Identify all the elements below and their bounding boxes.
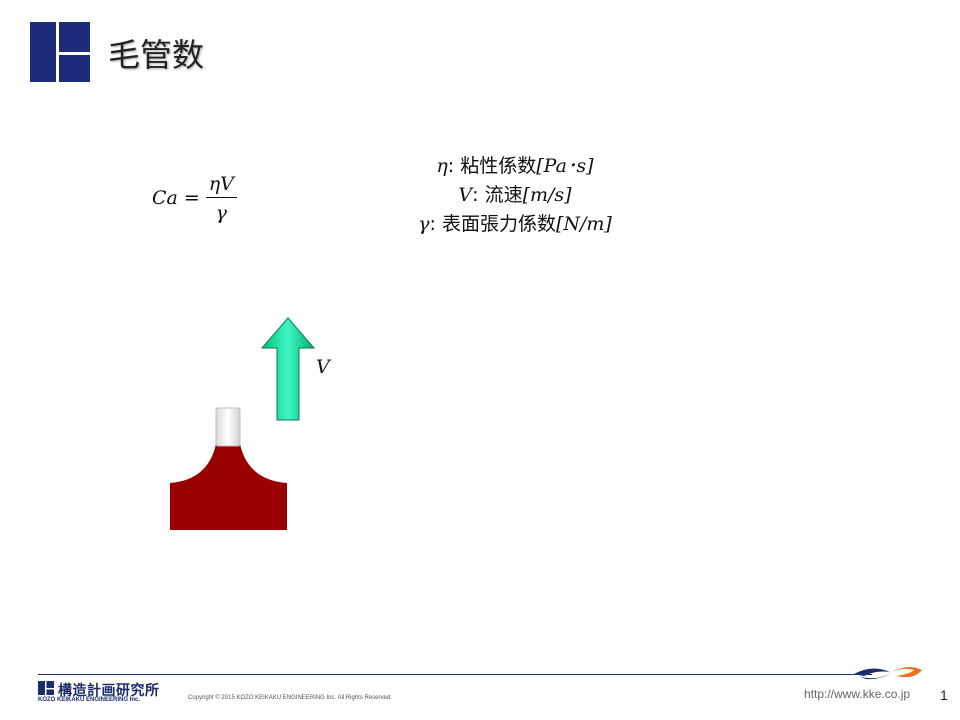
definition-symbol: η (436, 155, 448, 177)
definition-description: 表面張力係数 (441, 213, 556, 235)
definition-unit: [N/m] (555, 213, 612, 235)
definition-description: 流速 (484, 184, 523, 206)
capillary-number-formula: Ca = ηV γ (152, 166, 237, 230)
company-url-link[interactable]: http://www.kke.co.jp (804, 687, 910, 701)
velocity-arrow (260, 317, 316, 421)
liquid-meniscus (170, 444, 287, 530)
definition-separator: : (472, 184, 485, 206)
title-logo-icon (30, 22, 90, 82)
definition-separator: : (429, 213, 442, 235)
company-mark-icon (38, 681, 54, 695)
formula-fraction: ηV γ (205, 173, 237, 224)
page-title: 毛管数 (108, 36, 205, 74)
formula-numerator: ηV (205, 173, 237, 198)
definition-velocity: V: 流速[m/s] (370, 181, 660, 210)
capillary-diagram (170, 317, 316, 530)
slide: 毛管数 Ca = ηV γ η: 粘性係数[Pa･s] V: 流速[m/s] γ… (0, 0, 960, 720)
footer-divider (38, 674, 872, 675)
formula-equals: = (183, 187, 200, 209)
definition-unit: [m/s] (522, 184, 572, 206)
swoosh-logo-icon (854, 666, 922, 680)
definition-viscosity: η: 粘性係数[Pa･s] (370, 152, 660, 181)
definition-surface-tension: γ: 表面張力係数[N/m] (370, 210, 660, 239)
formula-lhs: Ca (152, 187, 178, 209)
definition-symbol: γ (418, 213, 430, 235)
definition-description: 粘性係数 (460, 155, 537, 177)
definition-separator: : (447, 155, 461, 177)
definition-symbol: V (458, 184, 473, 206)
company-logo: 構造計画研究所 KOZO KEIKAKU ENGINEERING Inc. (38, 680, 178, 706)
nozzle (215, 407, 241, 447)
formula-denominator: γ (215, 201, 228, 224)
company-name-en: KOZO KEIKAKU ENGINEERING Inc. (38, 697, 141, 703)
copyright-text: Copyright © 2015 KOZO KEIKAKU ENGINEERIN… (188, 695, 392, 701)
variable-definitions: η: 粘性係数[Pa･s] V: 流速[m/s] γ: 表面張力係数[N/m] (370, 152, 660, 239)
velocity-label: V (316, 356, 330, 378)
page-number: 1 (940, 687, 948, 703)
definition-unit: [Pa･s] (536, 155, 594, 177)
